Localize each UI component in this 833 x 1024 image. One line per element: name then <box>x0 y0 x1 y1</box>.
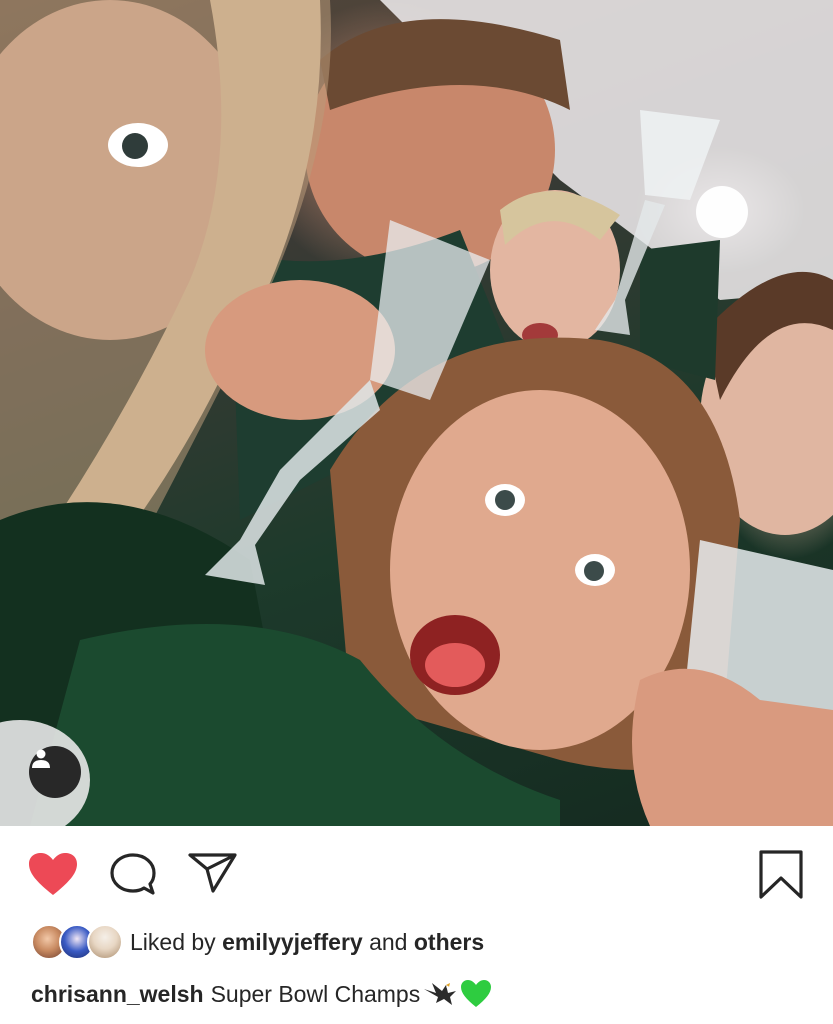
person-icon <box>32 749 50 768</box>
liker-username[interactable]: emilyyjeffery <box>222 929 363 955</box>
tag-people-button[interactable] <box>29 746 81 798</box>
post-photo[interactable] <box>0 0 833 826</box>
likes-others-link[interactable]: others <box>414 929 484 955</box>
heart-filled-icon[interactable] <box>28 852 78 897</box>
selfie-photo-illustration <box>0 0 833 826</box>
post-actions-bar <box>0 826 833 922</box>
paper-plane-icon[interactable] <box>188 852 238 894</box>
post-caption: chrisann_welsh Super Bowl Champs <box>31 974 492 1014</box>
comment-bubble-icon[interactable] <box>108 852 158 898</box>
green-heart-emoji-icon <box>461 980 492 1007</box>
likes-text: Liked by emilyyjeffery and others <box>130 929 484 956</box>
liker-avatars <box>31 924 123 960</box>
caption-username[interactable]: chrisann_welsh <box>31 981 204 1008</box>
caption-text: Super Bowl Champs <box>210 980 421 1007</box>
bookmark-icon[interactable] <box>758 850 804 900</box>
eagle-emoji-icon <box>424 983 457 1005</box>
likes-prefix: Liked by <box>130 928 216 955</box>
likes-summary[interactable]: Liked by emilyyjeffery and others <box>31 922 484 962</box>
avatar <box>87 924 123 960</box>
likes-conjunction: and <box>369 928 408 955</box>
